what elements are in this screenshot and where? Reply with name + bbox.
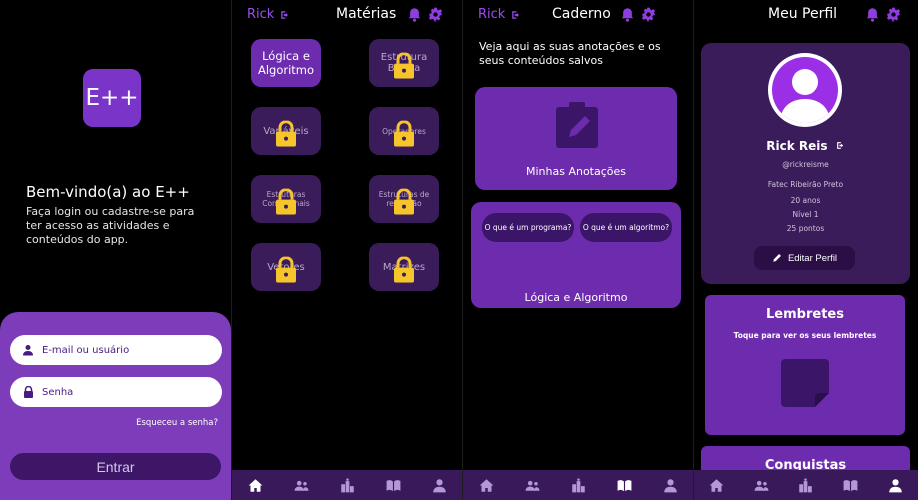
profile-age: 20 anos xyxy=(790,196,821,205)
reminders-subtitle: Toque para ver os seus lembretes xyxy=(733,331,877,340)
enter-button[interactable]: Entrar xyxy=(10,453,221,480)
clipboard-edit-icon xyxy=(556,102,598,148)
notebook-icon[interactable] xyxy=(386,478,401,493)
lock-icon xyxy=(276,256,296,283)
subject-tile-locked[interactable]: Operadores xyxy=(369,107,439,155)
sticky-note-icon xyxy=(781,359,829,407)
password-input-placeholder: Senha xyxy=(42,386,74,398)
home-icon[interactable] xyxy=(709,478,724,493)
subject-tile-locked[interactable]: Estruturas Condicionais xyxy=(251,175,321,223)
ranking-icon[interactable] xyxy=(340,477,355,493)
pencil-icon xyxy=(773,254,781,262)
gear-icon[interactable] xyxy=(641,7,656,22)
profile-school: Fatec Ribeirão Preto xyxy=(767,180,844,189)
profile-name-row: Rick Reis xyxy=(701,139,910,153)
profile-card: Rick Reis @rickreisme Fatec Ribeirão Pre… xyxy=(701,43,910,284)
profile-screen: Meu Perfil Rick Reis @rickreisme Fatec R… xyxy=(694,0,918,500)
ranking-icon[interactable] xyxy=(571,477,586,493)
bottom-nav xyxy=(232,470,462,500)
lock-icon xyxy=(394,256,414,283)
profile-handle: @rickreisme xyxy=(782,160,829,169)
user-input-placeholder: E-mail ou usuário xyxy=(42,344,130,356)
course-card-title: Lógica e Algoritmo xyxy=(524,291,628,304)
subject-tile-locked[interactable]: Matrizes xyxy=(369,243,439,291)
saved-content-pill[interactable]: O que é um algoritmo? xyxy=(580,213,672,242)
user-link[interactable]: Rick xyxy=(478,7,521,22)
lock-icon xyxy=(276,120,296,147)
notebook-screen: Rick Caderno Veja aqui as suas anotações… xyxy=(463,0,693,500)
reminders-title: Lembretes xyxy=(766,307,844,322)
lock-icon xyxy=(394,188,414,215)
lock-icon xyxy=(22,386,34,398)
lock-icon xyxy=(394,120,414,147)
logout-icon[interactable] xyxy=(836,141,845,150)
saved-content-pill[interactable]: O que é um programa? xyxy=(482,213,574,242)
course-card[interactable]: O que é um programa? O que é um algoritm… xyxy=(471,202,681,308)
subject-tile-locked[interactable]: Variáveis xyxy=(251,107,321,155)
gear-icon[interactable] xyxy=(886,7,901,22)
profile-icon[interactable] xyxy=(888,478,903,493)
lock-icon xyxy=(276,188,296,215)
home-icon[interactable] xyxy=(248,478,263,493)
user-silhouette-icon xyxy=(780,69,830,123)
profile-level: Nível 1 xyxy=(792,210,819,219)
subjects-screen: Rick Matérias Lógica e Algoritmo Estrutu… xyxy=(232,0,462,500)
app-logo: E++ xyxy=(83,69,141,127)
notebook-icon[interactable] xyxy=(617,478,632,493)
logout-icon xyxy=(512,10,520,19)
subject-tile-logica[interactable]: Lógica e Algoritmo xyxy=(251,39,321,87)
user-icon xyxy=(22,344,34,356)
user-input[interactable]: E-mail ou usuário xyxy=(10,335,222,365)
profile-name: Rick Reis xyxy=(766,139,828,153)
forgot-password-link[interactable]: Esqueceu a senha? xyxy=(136,418,218,428)
profile-points: 25 pontos xyxy=(786,224,825,233)
logout-icon xyxy=(281,10,289,19)
community-icon[interactable] xyxy=(294,478,309,493)
bell-icon[interactable] xyxy=(407,7,422,22)
avatar[interactable] xyxy=(768,53,842,127)
subject-tile-locked[interactable]: Estruturas de repetição xyxy=(369,175,439,223)
my-notes-title: Minhas Anotações xyxy=(525,165,626,178)
home-icon[interactable] xyxy=(479,478,494,493)
notebook-icon[interactable] xyxy=(843,478,858,493)
user-name: Rick xyxy=(478,7,506,22)
page-title: Caderno xyxy=(552,6,611,22)
user-link[interactable]: Rick xyxy=(247,7,290,22)
gear-icon[interactable] xyxy=(428,7,443,22)
bottom-nav xyxy=(463,470,693,500)
password-input[interactable]: Senha xyxy=(10,377,222,407)
community-icon[interactable] xyxy=(754,478,769,493)
notebook-description: Veja aqui as suas anotações e os seus co… xyxy=(479,40,661,67)
welcome-subtitle: Faça login ou cadastre-se para ter acess… xyxy=(26,205,195,246)
bottom-nav xyxy=(694,470,918,500)
login-screen: E++ Bem-vindo(a) ao E++ Faça login ou ca… xyxy=(0,0,231,500)
my-notes-card[interactable]: Minhas Anotações xyxy=(475,87,677,190)
user-name: Rick xyxy=(247,7,275,22)
page-title: Meu Perfil xyxy=(768,6,838,22)
ranking-icon[interactable] xyxy=(798,477,813,493)
reminders-card[interactable]: Lembretes Toque para ver os seus lembret… xyxy=(705,295,905,435)
community-icon[interactable] xyxy=(525,478,540,493)
profile-icon[interactable] xyxy=(432,478,447,493)
edit-profile-button[interactable]: Editar Perfil xyxy=(754,246,855,270)
lock-icon xyxy=(394,52,414,79)
subject-tile-locked[interactable]: Vetores xyxy=(251,243,321,291)
profile-icon[interactable] xyxy=(663,478,678,493)
bell-icon[interactable] xyxy=(865,7,880,22)
welcome-title: Bem-vindo(a) ao E++ xyxy=(26,183,190,201)
page-title: Matérias xyxy=(336,6,397,22)
subject-tile-locked[interactable]: Estrutura Básica xyxy=(369,39,439,87)
bell-icon[interactable] xyxy=(620,7,635,22)
